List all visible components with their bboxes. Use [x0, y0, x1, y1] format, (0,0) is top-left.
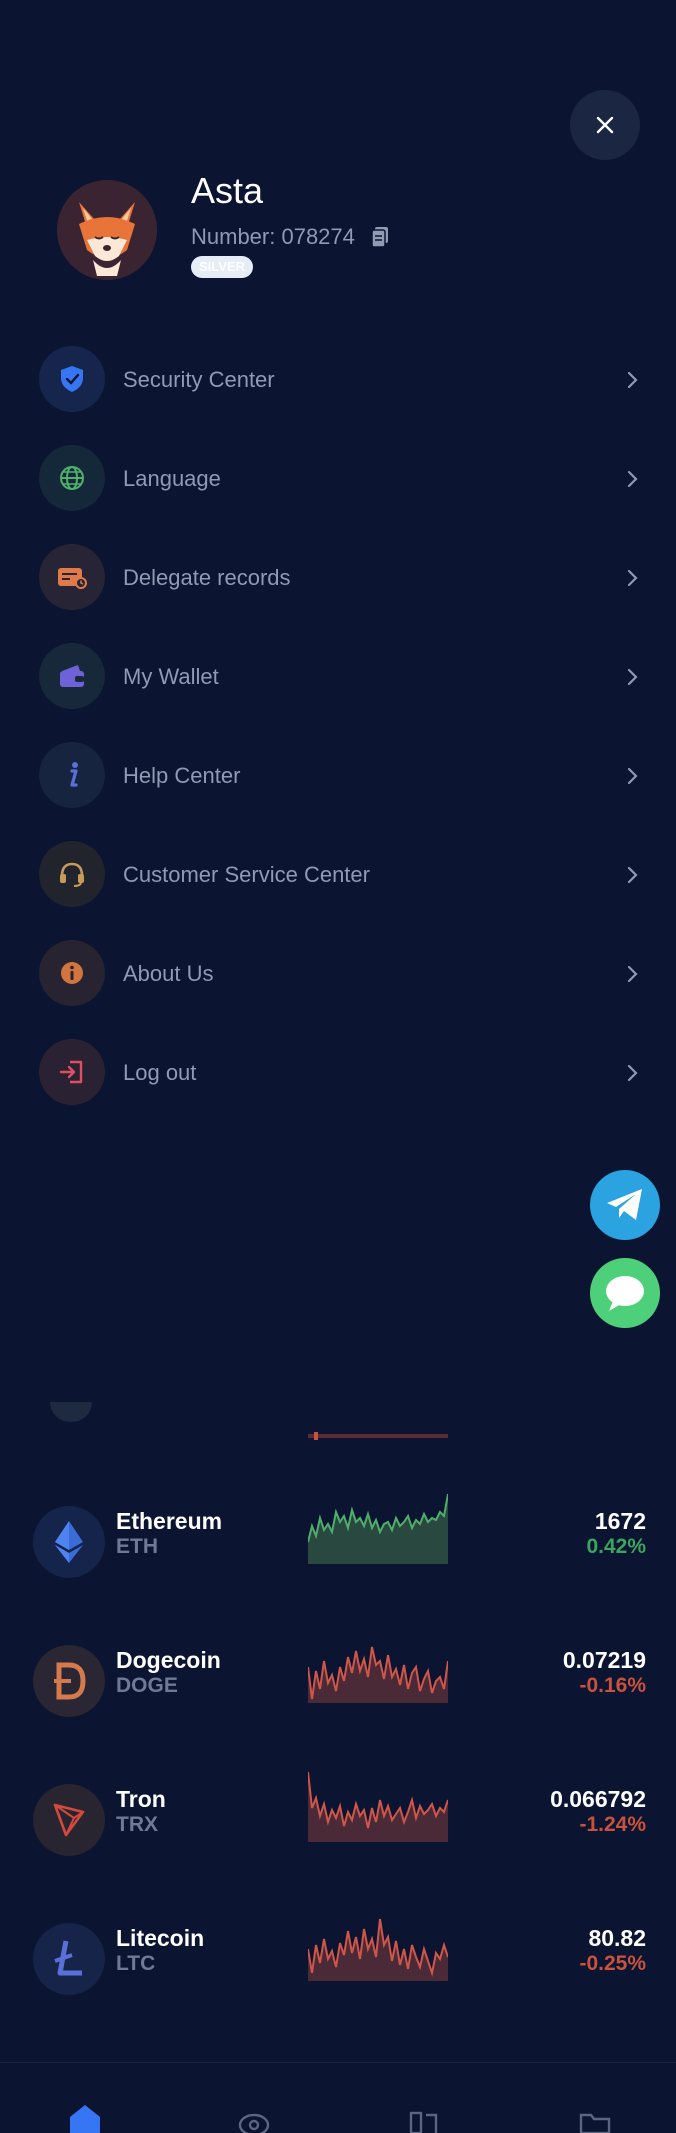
- sparkline-chart: [308, 1918, 448, 1981]
- records-icon: [58, 568, 87, 589]
- coin-row-trx[interactable]: Tron TRX 0.066792 -1.24%: [0, 1771, 676, 1922]
- assets-icon[interactable]: [578, 2103, 612, 2133]
- sparkline-chart: [308, 1771, 448, 1842]
- coin-row-eth[interactable]: Ethereum ETH 1672 0.42%: [0, 1493, 676, 1644]
- chevron-right-icon: [627, 371, 638, 388]
- coin-price: 1672: [594, 1508, 646, 1534]
- close-icon: [596, 116, 614, 134]
- home-icon[interactable]: [68, 2103, 102, 2133]
- menu-item-customer-service-center[interactable]: Customer Service Center: [0, 825, 676, 924]
- side-drawer: Asta Number: 078274 SILVER Security Cent…: [0, 0, 676, 1420]
- litecoin-icon-bg: [33, 1923, 105, 1995]
- dogecoin-icon: [54, 1662, 86, 1700]
- tron-icon: [53, 1803, 85, 1837]
- ethereum-icon: [55, 1521, 83, 1563]
- litecoin-icon: [54, 1940, 82, 1976]
- avatar[interactable]: [57, 180, 157, 280]
- coin-change: 0.42%: [586, 1535, 646, 1558]
- wallet-icon-bg: [39, 643, 105, 709]
- coin-name: Ethereum: [116, 1508, 223, 1534]
- telegram-icon: [607, 1189, 642, 1220]
- globe-icon: [60, 466, 84, 490]
- chevron-right-icon: [627, 470, 638, 487]
- logout-icon-bg: [39, 1039, 105, 1105]
- coin-name: Tron: [116, 1786, 166, 1812]
- coin-symbol: TRX: [116, 1813, 158, 1836]
- user-name: Asta: [191, 170, 264, 211]
- dogecoin-icon-bg: [33, 1645, 105, 1717]
- coin-change: -1.24%: [579, 1813, 646, 1836]
- chevron-right-icon: [627, 668, 638, 685]
- menu-item-about-us[interactable]: About Us: [0, 924, 676, 1023]
- info-italic-icon: [70, 762, 78, 787]
- menu-label-my-wallet: My Wallet: [123, 663, 219, 689]
- chevron-right-icon: [627, 1064, 638, 1081]
- chat-button[interactable]: [590, 1258, 660, 1328]
- about-icon: [61, 962, 83, 984]
- chat-icon: [606, 1276, 644, 1311]
- menu-label-customer-service-center: Customer Service Center: [123, 861, 370, 887]
- shield-icon-bg: [39, 346, 105, 412]
- menu-label-about-us: About Us: [123, 960, 214, 986]
- menu-label-help-center: Help Center: [123, 762, 241, 788]
- bottom-tab-bar: [0, 2062, 676, 2133]
- shield-icon: [61, 366, 83, 392]
- trade-icon[interactable]: [408, 2103, 442, 2133]
- menu-label-delegate-records: Delegate records: [123, 564, 291, 590]
- headset-icon-bg: [39, 841, 105, 907]
- coin-symbol: DOGE: [116, 1674, 178, 1697]
- menu-label-log-out: Log out: [123, 1059, 197, 1085]
- level-badge: SILVER: [191, 256, 253, 278]
- sparkline-chart: [308, 1493, 448, 1564]
- logout-icon: [59, 1060, 83, 1084]
- coin-name: Litecoin: [116, 1925, 205, 1951]
- coin-price: 0.07219: [562, 1647, 646, 1673]
- globe-icon-bg: [39, 445, 105, 511]
- coin-name: Dogecoin: [116, 1647, 221, 1673]
- menu-item-help-center[interactable]: Help Center: [0, 726, 676, 825]
- drawer-menu: Security Center Language Delegate record…: [0, 330, 676, 1122]
- menu-item-log-out[interactable]: Log out: [0, 1023, 676, 1122]
- partial-row-top: [0, 1402, 676, 1440]
- sparkline-chart: [308, 1646, 448, 1703]
- help-icon-bg: [39, 742, 105, 808]
- fox-avatar-icon: [57, 180, 157, 280]
- headset-icon: [60, 862, 84, 887]
- coin-change: -0.25%: [579, 1952, 646, 1975]
- wallet-icon: [60, 665, 84, 687]
- coin-row-ltc[interactable]: Litecoin LTC 80.82 -0.25%: [0, 1918, 676, 2061]
- coin-change: -0.16%: [579, 1674, 646, 1697]
- chevron-right-icon: [627, 767, 638, 784]
- chevron-right-icon: [627, 569, 638, 586]
- menu-item-delegate-records[interactable]: Delegate records: [0, 528, 676, 627]
- telegram-button[interactable]: [590, 1170, 660, 1240]
- chevron-right-icon: [627, 866, 638, 883]
- tron-icon-bg: [33, 1784, 105, 1856]
- menu-item-language[interactable]: Language: [0, 429, 676, 528]
- ethereum-icon-bg: [33, 1506, 105, 1578]
- menu-label-language: Language: [123, 465, 221, 491]
- coin-symbol: ETH: [116, 1535, 158, 1558]
- coin-symbol: LTC: [116, 1952, 156, 1975]
- records-icon-bg: [39, 544, 105, 610]
- menu-item-security-center[interactable]: Security Center: [0, 330, 676, 429]
- coin-price: 80.82: [588, 1925, 646, 1951]
- coin-price: 0.066792: [550, 1786, 646, 1812]
- chevron-right-icon: [627, 965, 638, 982]
- about-icon-bg: [39, 940, 105, 1006]
- coin-row-doge[interactable]: Dogecoin DOGE 0.07219 -0.16%: [0, 1643, 676, 1783]
- close-button[interactable]: [570, 90, 640, 160]
- menu-item-my-wallet[interactable]: My Wallet: [0, 627, 676, 726]
- copy-icon[interactable]: [371, 226, 389, 248]
- user-number: Number: 078274: [191, 224, 355, 249]
- menu-label-security-center: Security Center: [123, 366, 275, 392]
- user-number-row: Number: 078274: [191, 224, 389, 250]
- market-icon[interactable]: [237, 2103, 271, 2133]
